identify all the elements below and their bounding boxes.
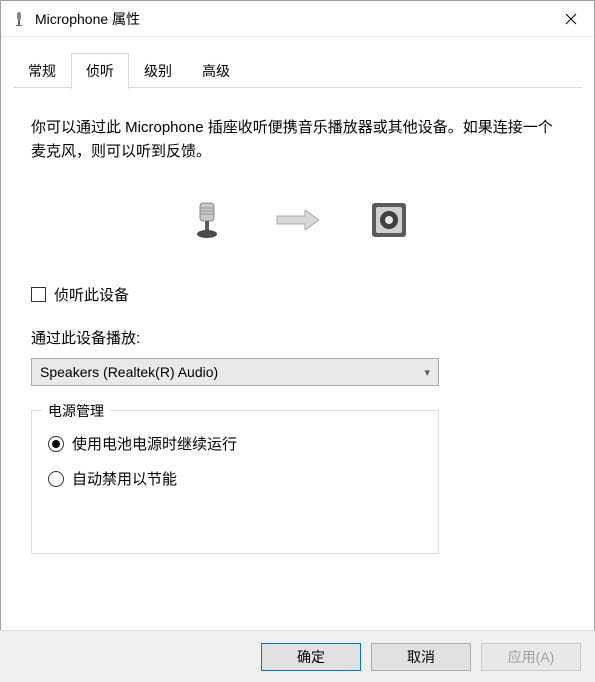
close-button[interactable] bbox=[548, 1, 594, 36]
ok-button[interactable]: 确定 bbox=[261, 643, 361, 671]
playback-device-select[interactable]: Speakers (Realtek(R) Audio) ▾ bbox=[31, 358, 439, 386]
arrow-icon bbox=[275, 210, 321, 230]
playback-device-selected: Speakers (Realtek(R) Audio) bbox=[40, 364, 218, 380]
tab-listen[interactable]: 侦听 bbox=[71, 53, 129, 89]
microphone-icon bbox=[11, 11, 27, 27]
chevron-down-icon: ▾ bbox=[424, 366, 430, 379]
speaker-device-icon bbox=[369, 200, 409, 240]
power-management-group: 电源管理 使用电池电源时继续运行 自动禁用以节能 bbox=[31, 410, 439, 554]
tab-content: 你可以通过此 Microphone 插座收听便携音乐播放器或其他设备。如果连接一… bbox=[1, 88, 594, 564]
cancel-button[interactable]: 取消 bbox=[371, 643, 471, 671]
tab-general[interactable]: 常规 bbox=[13, 53, 71, 88]
apply-button: 应用(A) bbox=[481, 643, 581, 671]
power-management-legend: 电源管理 bbox=[42, 401, 110, 421]
device-diagram bbox=[31, 200, 564, 240]
listen-checkbox-label: 侦听此设备 bbox=[54, 284, 129, 305]
title-bar: Microphone 属性 bbox=[1, 1, 594, 37]
button-bar: 确定 取消 应用(A) bbox=[0, 630, 595, 682]
radio-continue[interactable] bbox=[48, 436, 64, 452]
radio-disable-label: 自动禁用以节能 bbox=[72, 468, 177, 489]
power-option-disable[interactable]: 自动禁用以节能 bbox=[48, 468, 422, 489]
listen-checkbox-row[interactable]: 侦听此设备 bbox=[31, 284, 564, 305]
listen-checkbox[interactable] bbox=[31, 287, 46, 302]
tab-strip: 常规 侦听 级别 高级 bbox=[13, 53, 582, 88]
playback-label: 通过此设备播放: bbox=[31, 327, 564, 348]
tab-levels[interactable]: 级别 bbox=[129, 53, 187, 88]
tab-advanced[interactable]: 高级 bbox=[187, 53, 245, 88]
power-option-continue[interactable]: 使用电池电源时继续运行 bbox=[48, 433, 422, 454]
microphone-device-icon bbox=[187, 200, 227, 240]
radio-continue-label: 使用电池电源时继续运行 bbox=[72, 433, 237, 454]
window-title: Microphone 属性 bbox=[35, 9, 548, 29]
description-text: 你可以通过此 Microphone 插座收听便携音乐播放器或其他设备。如果连接一… bbox=[31, 116, 564, 164]
close-icon bbox=[565, 13, 577, 25]
radio-disable[interactable] bbox=[48, 471, 64, 487]
